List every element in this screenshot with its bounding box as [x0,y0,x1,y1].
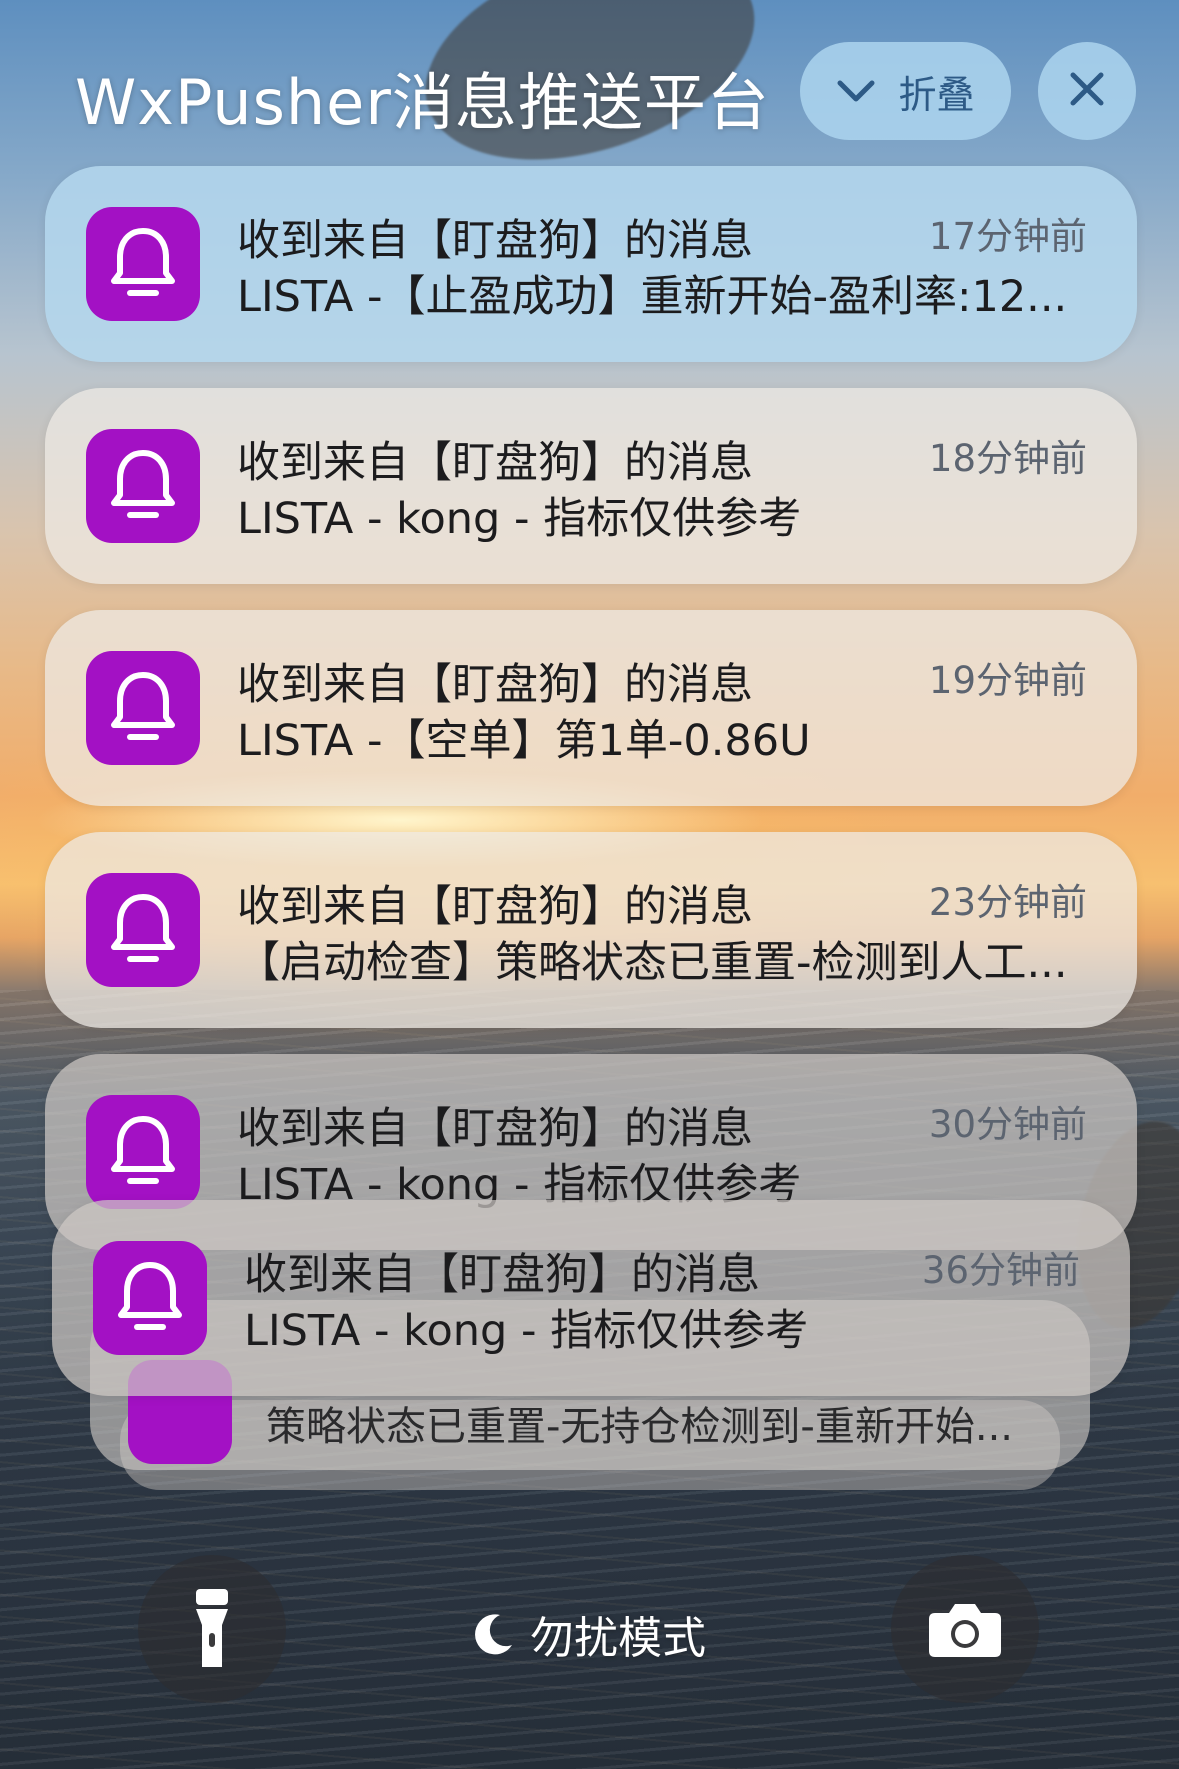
do-not-disturb-indicator[interactable]: 勿扰模式 [470,1602,706,1666]
notification-body: LISTA -【空单】第1单-0.86U [237,716,811,766]
chevron-down-icon [836,69,876,113]
notification-time: 36分钟前 [921,1249,1080,1292]
bell-icon [111,228,175,296]
notification-body: 【启动检查】策略状态已重置-检测到人工... [237,938,1068,988]
notification-card[interactable]: 收到来自【盯盘狗】的消息 18分钟前 LISTA - kong - 指标仅供参考 [45,388,1137,584]
notification-body: LISTA -【止盈成功】重新开始-盈利率:12... [237,272,1068,322]
notification-body: 策略状态已重置-无持仓检测到-重新开始... [266,1404,1014,1450]
dnd-label: 勿扰模式 [530,1613,706,1664]
app-icon [86,429,200,543]
notification-time: 17分钟前 [928,215,1087,258]
notification-time: 23分钟前 [928,881,1087,924]
bell-icon [111,450,175,518]
moon-icon [475,1614,512,1655]
notification-card[interactable]: 收到来自【盯盘狗】的消息 36分钟前 LISTA - kong - 指标仅供参考 [52,1200,1130,1396]
app-icon [86,1095,200,1209]
app-icon [86,207,200,321]
notification-title: 收到来自【盯盘狗】的消息 [237,216,753,266]
notification-time: 19分钟前 [928,659,1087,702]
camera-button[interactable] [891,1555,1039,1703]
notification-title: 收到来自【盯盘狗】的消息 [237,882,753,932]
notification-title: 收到来自【盯盘狗】的消息 [237,660,753,710]
notification-card[interactable]: 收到来自【盯盘狗】的消息 19分钟前 LISTA -【空单】第1单-0.86U [45,610,1137,806]
flashlight-icon [196,1589,228,1667]
app-icon [93,1241,207,1355]
close-icon [1068,70,1106,112]
close-button[interactable] [1038,42,1136,140]
bell-icon [111,672,175,740]
notification-title: 收到来自【盯盘狗】的消息 [237,1104,753,1154]
collapse-label: 折叠 [898,72,975,117]
notification-body: LISTA - kong - 指标仅供参考 [244,1306,809,1356]
collapse-button[interactable]: 折叠 [800,42,1011,140]
flashlight-button[interactable] [138,1555,286,1703]
bell-icon [111,894,175,962]
notification-time: 18分钟前 [928,437,1087,480]
bell-icon [111,1116,175,1184]
notification-card[interactable]: 收到来自【盯盘狗】的消息 23分钟前 【启动检查】策略状态已重置-检测到人工..… [45,832,1137,1028]
bell-icon [118,1262,182,1330]
camera-icon [929,1604,1001,1657]
app-icon [86,651,200,765]
notification-title: 收到来自【盯盘狗】的消息 [244,1250,760,1300]
notification-card[interactable]: 收到来自【盯盘狗】的消息 17分钟前 LISTA -【止盈成功】重新开始-盈利率… [45,166,1137,362]
notification-time: 30分钟前 [928,1103,1087,1146]
app-icon [86,873,200,987]
notification-body: LISTA - kong - 指标仅供参考 [237,494,802,544]
notification-title: 收到来自【盯盘狗】的消息 [237,438,753,488]
page-title: WxPusher消息推送平台 [75,66,770,139]
